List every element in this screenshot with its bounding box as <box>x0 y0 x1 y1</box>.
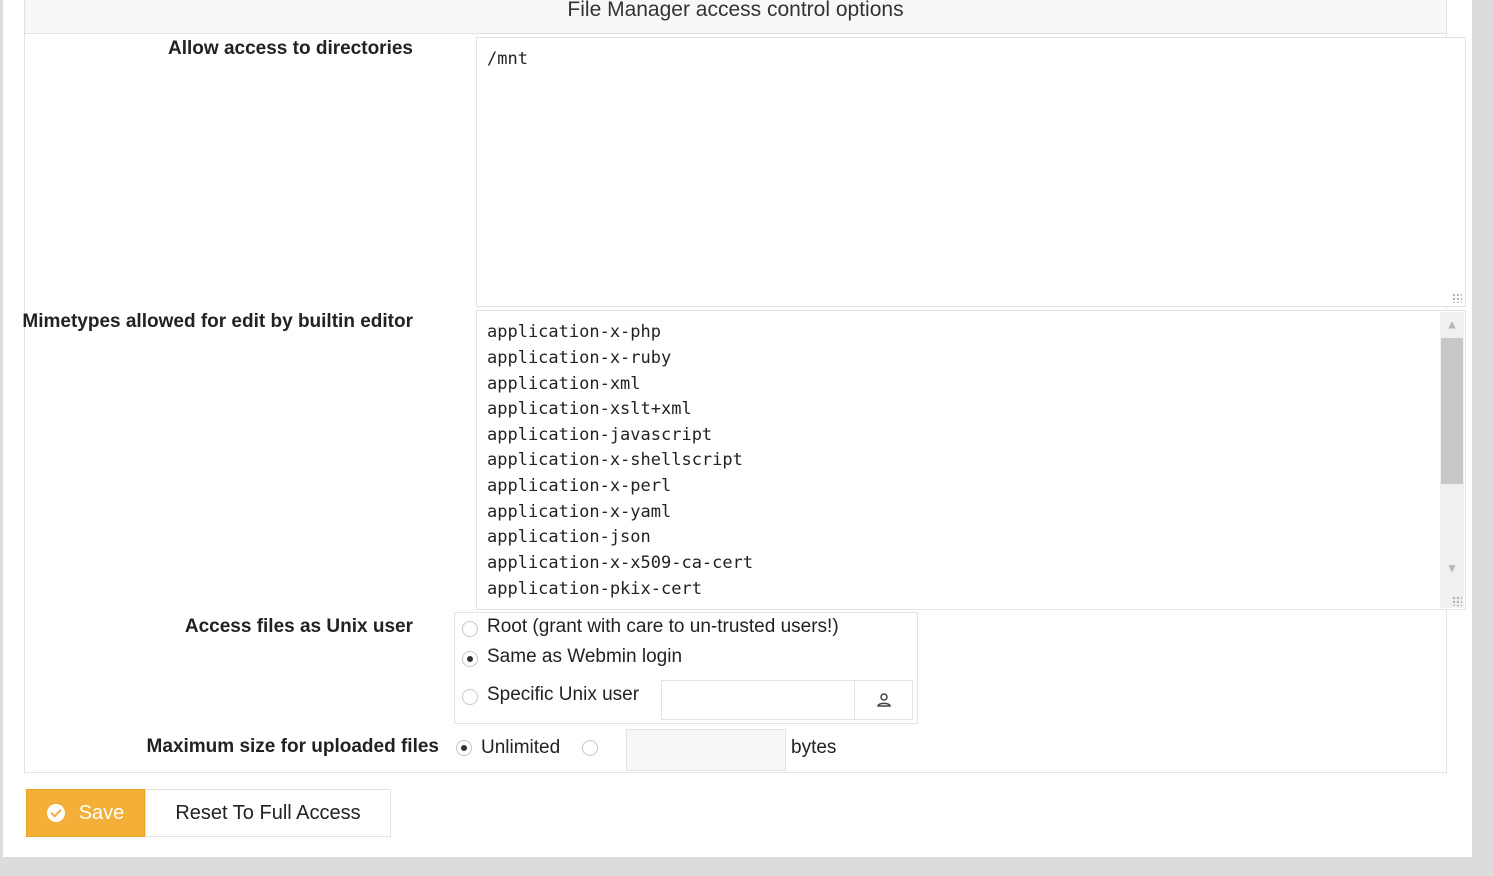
mimetype-line: application-x-perl <box>487 476 672 496</box>
scrollbar-thumb[interactable] <box>1441 338 1463 484</box>
mimetype-line: application-x-php <box>487 322 661 342</box>
user-icon <box>876 693 891 707</box>
mimetype-line: application-pkix-cert <box>487 579 702 599</box>
radio-specific-user[interactable] <box>462 689 478 705</box>
page: File Manager access control options Allo… <box>3 0 1472 857</box>
radio-same-as-webmin[interactable] <box>462 651 478 667</box>
mimetype-line: application-xml <box>487 374 641 394</box>
upload-size-input[interactable] <box>626 729 786 771</box>
mimetype-line: application-xslt+xml <box>487 399 692 419</box>
mimetypes-textarea[interactable]: application-x-php application-x-ruby app… <box>476 310 1466 610</box>
unix-user-label: Access files as Unix user <box>184 616 413 637</box>
radio-root[interactable] <box>462 621 478 637</box>
check-circle-icon <box>46 804 65 822</box>
directories-label: Allow access to directories <box>168 38 413 59</box>
specific-user-input[interactable] <box>661 680 855 720</box>
mimetype-line: application-x-shellscript <box>487 450 743 470</box>
save-button-label: Save <box>78 801 125 824</box>
save-button[interactable]: Save <box>26 789 145 837</box>
resize-grip-icon[interactable] <box>1452 293 1462 303</box>
mimetypes-label: Mimetypes allowed for edit by builtin ed… <box>22 311 413 332</box>
mimetype-line: application-javascript <box>487 425 713 445</box>
radio-root-label: Root (grant with care to un-trusted user… <box>487 616 839 637</box>
mimetype-line: application-json <box>487 527 651 547</box>
radio-same-as-webmin-label: Same as Webmin login <box>487 646 683 667</box>
radio-unlimited-label: Unlimited <box>481 737 561 758</box>
mimetype-line: application-x-yaml <box>487 502 672 522</box>
mimetype-line: application-x-ruby <box>487 348 672 368</box>
upload-size-label: Maximum size for uploaded files <box>146 736 439 757</box>
scroll-up-icon[interactable]: ▲ <box>1440 314 1464 334</box>
radio-specific-user-label: Specific Unix user <box>487 684 640 705</box>
scroll-down-icon[interactable]: ▼ <box>1440 558 1464 578</box>
radio-size-limit[interactable] <box>582 740 598 756</box>
mimetypes-scrollbar[interactable]: ▲ ▼ <box>1440 312 1464 608</box>
bytes-unit-label: bytes <box>791 737 837 758</box>
resize-grip-icon[interactable] <box>1452 596 1462 606</box>
radio-unlimited[interactable] <box>456 740 472 756</box>
user-chooser-button[interactable] <box>854 680 913 720</box>
reset-to-full-access-button[interactable]: Reset To Full Access <box>145 789 391 837</box>
panel-header: File Manager access control options <box>25 0 1446 34</box>
panel-title: File Manager access control options <box>567 0 904 21</box>
reset-button-label: Reset To Full Access <box>175 801 361 824</box>
directories-textarea[interactable]: /mnt <box>476 37 1466 307</box>
directories-value: /mnt <box>487 49 528 69</box>
mimetype-line: application-x-x509-ca-cert <box>487 553 754 573</box>
unix-user-options: Root (grant with care to un-trusted user… <box>454 612 918 724</box>
